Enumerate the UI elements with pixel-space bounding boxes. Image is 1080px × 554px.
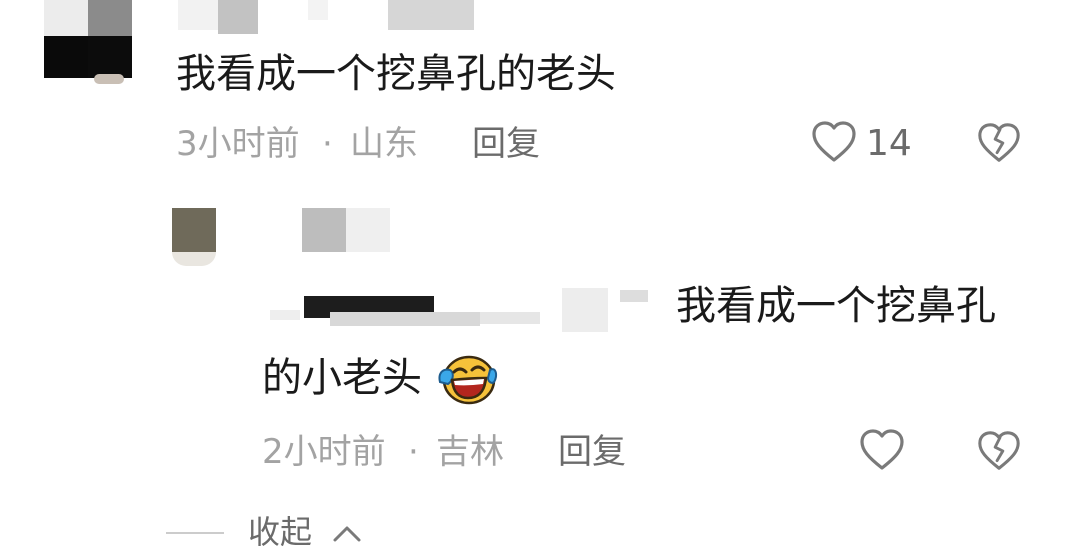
- username-obscured[interactable]: [178, 0, 478, 34]
- username-obscured[interactable]: [302, 208, 402, 252]
- comment-text-line1: 我看成一个挖鼻孔: [676, 283, 996, 329]
- broken-heart-icon[interactable]: [976, 120, 1022, 166]
- divider-line: [166, 532, 224, 534]
- meta-separator: ·: [408, 432, 419, 472]
- avatar[interactable]: [44, 0, 132, 84]
- comment-location: 山东: [350, 124, 418, 164]
- heart-outline-icon[interactable]: [810, 118, 858, 166]
- heart-outline-icon[interactable]: [858, 426, 906, 474]
- comment-text: 我看成一个挖鼻孔的老头: [176, 51, 616, 97]
- comment-text-line2: 的小老头: [262, 355, 422, 401]
- chevron-up-icon[interactable]: [330, 518, 364, 546]
- avatar[interactable]: [172, 208, 218, 268]
- reply-button[interactable]: 回复: [558, 432, 626, 472]
- collapse-label[interactable]: 收起: [248, 512, 312, 552]
- like-count: 14: [866, 123, 912, 164]
- laughing-crying-emoji: [436, 352, 498, 406]
- meta-separator: ·: [322, 124, 333, 164]
- comment-location: 吉林: [436, 432, 504, 472]
- reply-button[interactable]: 回复: [472, 124, 540, 164]
- comment-time: 3小时前: [176, 124, 300, 164]
- comment-time: 2小时前: [262, 432, 386, 472]
- broken-heart-icon[interactable]: [976, 428, 1022, 474]
- mention-obscured[interactable]: [270, 282, 670, 332]
